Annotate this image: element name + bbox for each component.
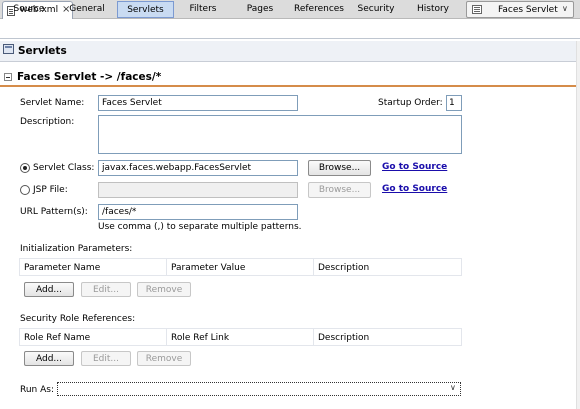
tab-security[interactable]: Security — [354, 1, 398, 18]
column-divider — [166, 329, 167, 345]
url-pattern-field[interactable]: /faces/* — [98, 204, 298, 220]
run-as-label: Run As: — [20, 385, 54, 395]
run-as-select[interactable] — [57, 382, 461, 396]
servlet-name-field[interactable]: Faces Servlet — [98, 95, 298, 111]
tab-general[interactable]: General — [64, 1, 110, 18]
jsp-file-label: JSP File: — [33, 185, 68, 195]
servlet-class-field[interactable]: javax.faces.webapp.FacesServlet — [98, 160, 298, 176]
servlet-icon — [472, 5, 482, 14]
init-params-title: Initialization Parameters: — [20, 244, 133, 254]
description-label: Description: — [20, 117, 75, 127]
collapse-icon[interactable] — [4, 73, 12, 81]
column-header-role-ref-link: Role Ref Link — [171, 333, 230, 343]
column-divider — [313, 329, 314, 345]
servlet-class-radio[interactable] — [20, 163, 30, 173]
browse-class-button[interactable]: Browse... — [308, 160, 371, 176]
add-role-ref-button[interactable]: Add... — [24, 351, 74, 366]
url-pattern-label: URL Pattern(s): — [20, 207, 88, 217]
go-to-source-link-jsp[interactable]: Go to Source — [382, 184, 447, 194]
column-header-description: Description — [318, 263, 370, 273]
remove-role-ref-button: Remove — [137, 351, 191, 366]
remove-init-param-button: Remove — [137, 282, 191, 297]
column-divider — [166, 259, 167, 275]
column-divider — [313, 259, 314, 275]
header-divider — [0, 85, 580, 87]
column-header-description: Description — [318, 333, 370, 343]
servlet-selector[interactable]: Faces Servlet ∨ — [466, 1, 574, 18]
servlets-section-icon — [3, 44, 14, 54]
tab-servlets[interactable]: Servlets — [117, 1, 174, 18]
go-to-source-link[interactable]: Go to Source — [382, 162, 447, 172]
jsp-file-field — [98, 182, 298, 198]
column-header-parameter-name: Parameter Name — [24, 263, 101, 273]
jsp-file-radio[interactable] — [20, 185, 30, 195]
edit-role-ref-button: Edit... — [81, 351, 131, 366]
section-header — [0, 41, 580, 62]
servlet-class-label: Servlet Class: — [33, 163, 95, 173]
add-init-param-button[interactable]: Add... — [24, 282, 74, 297]
description-textarea[interactable] — [98, 115, 462, 154]
startup-order-label: Startup Order: — [378, 98, 443, 108]
startup-order-field[interactable]: 1 — [446, 95, 462, 111]
browse-jsp-button: Browse... — [308, 182, 371, 198]
vertical-scrollbar[interactable] — [576, 41, 580, 409]
chevron-down-icon: ∨ — [562, 4, 568, 13]
servlet-name-label: Servlet Name: — [20, 98, 85, 108]
tab-references[interactable]: References — [290, 1, 348, 18]
chevron-down-icon[interactable]: ∨ — [450, 383, 456, 392]
tab-filters[interactable]: Filters — [182, 1, 224, 18]
servlet-selector-value: Faces Servlet — [498, 5, 558, 15]
column-header-role-ref-name: Role Ref Name — [24, 333, 91, 343]
view-tab-bar — [0, 19, 580, 39]
tab-pages[interactable]: Pages — [240, 1, 280, 18]
url-pattern-hint: Use comma (,) to separate multiple patte… — [98, 222, 302, 232]
role-refs-title: Security Role References: — [20, 314, 136, 324]
servlet-header: Faces Servlet -> /faces/* — [17, 71, 162, 83]
column-header-parameter-value: Parameter Value — [171, 263, 246, 273]
tab-source[interactable]: Source — [6, 1, 52, 18]
tab-history[interactable]: History — [412, 1, 454, 18]
edit-init-param-button: Edit... — [81, 282, 131, 297]
section-title: Servlets — [18, 45, 67, 57]
